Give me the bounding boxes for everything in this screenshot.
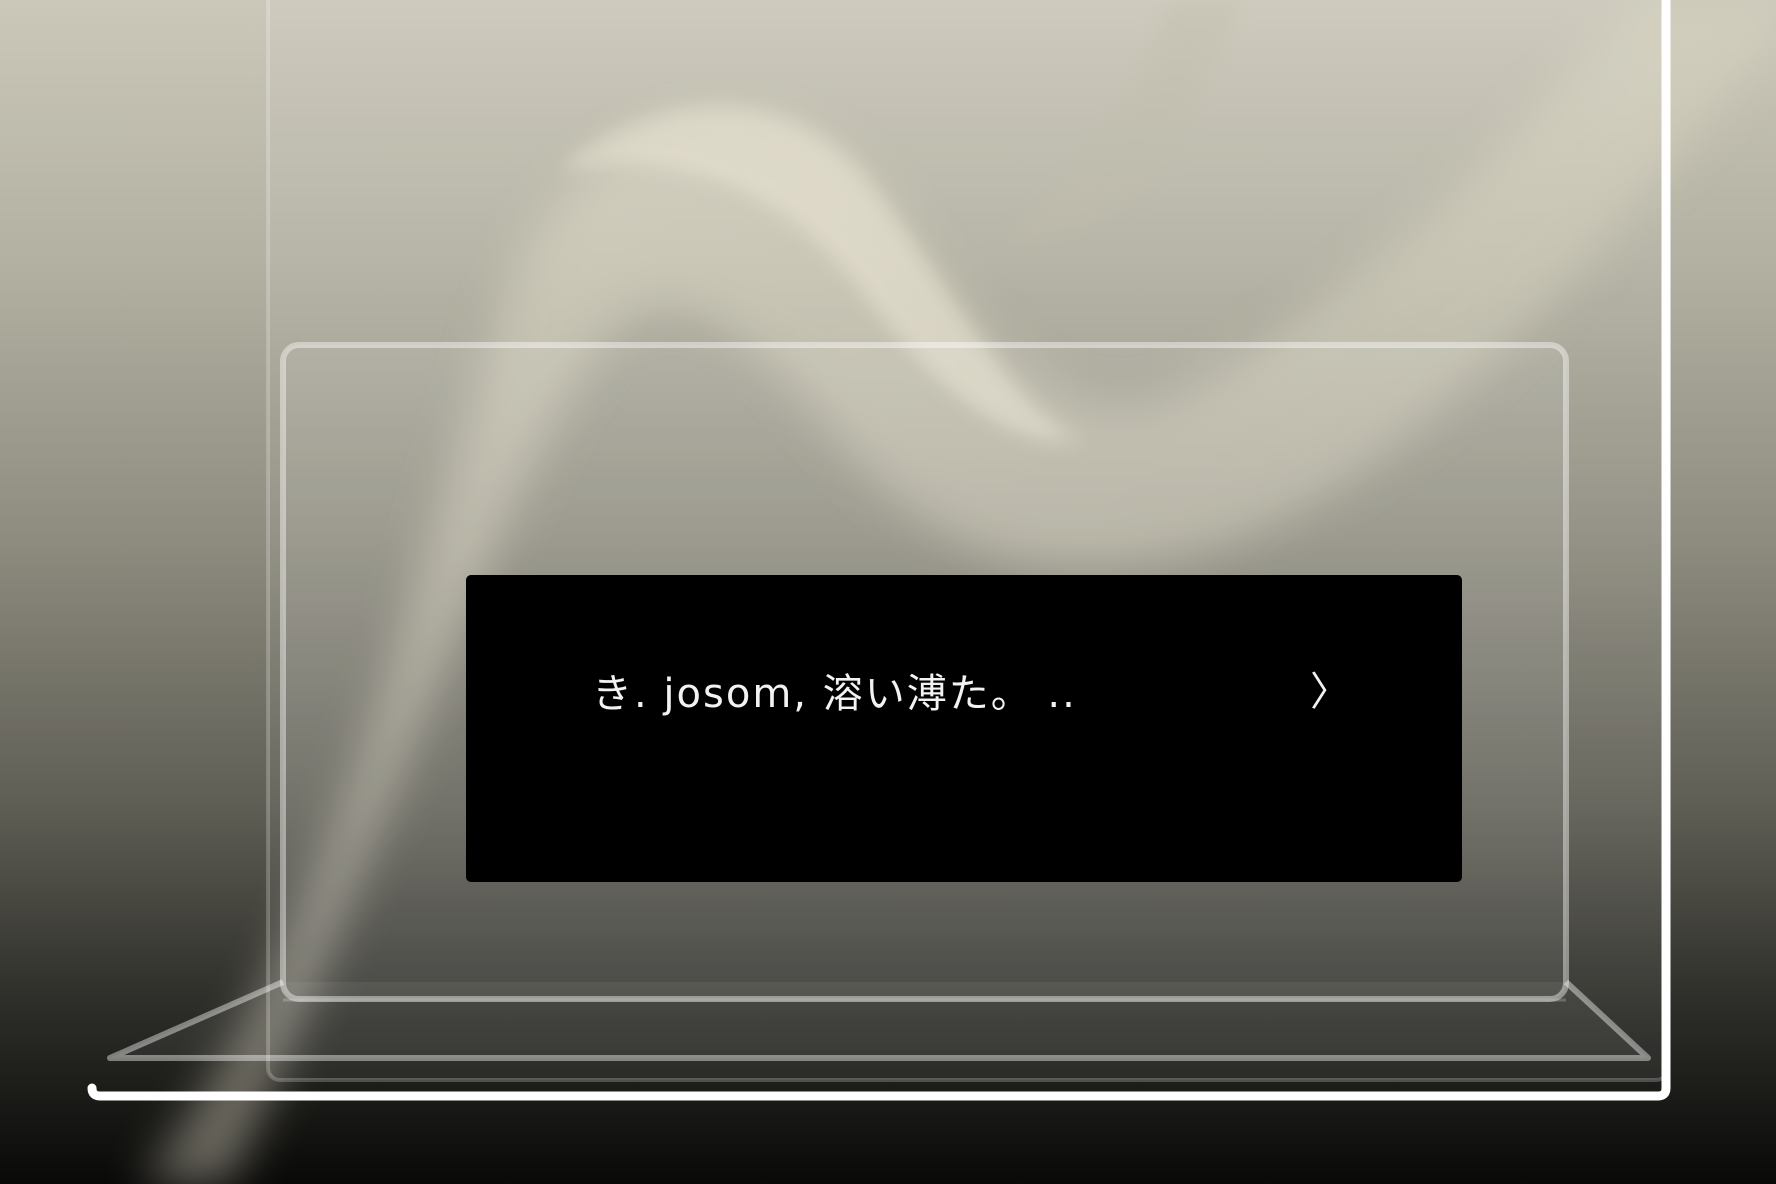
glass-panels (107, 0, 1670, 1082)
dialog-text: き. josom, 溶い溥た。 .. (592, 671, 1077, 717)
chevron-right-icon[interactable]: 〉 (1310, 659, 1350, 717)
game-scene: き. josom, 溶い溥た。 .. 〉 (0, 0, 1776, 1184)
dialog-box[interactable]: き. josom, 溶い溥た。 .. 〉 (466, 575, 1462, 882)
